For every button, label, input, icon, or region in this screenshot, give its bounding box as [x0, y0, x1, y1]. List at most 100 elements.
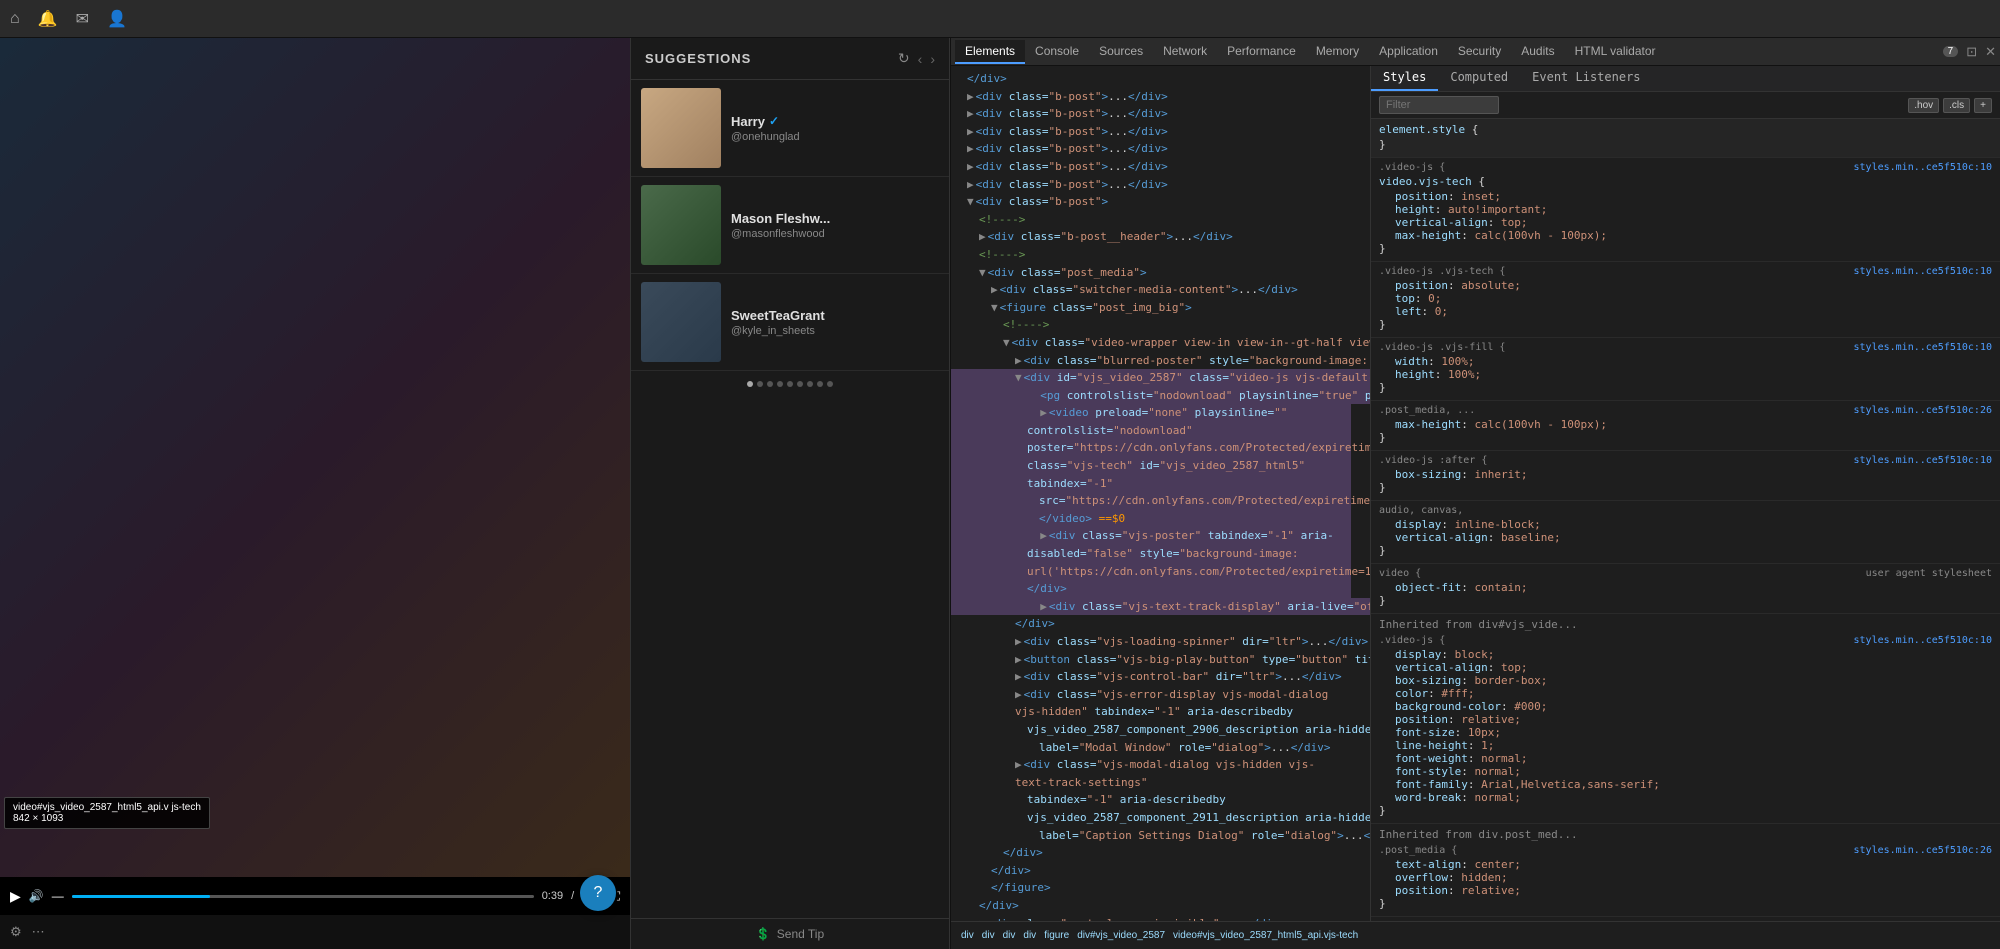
send-tip-bar[interactable]: 💲 Send Tip: [631, 918, 949, 949]
dom-line[interactable]: </div>: [951, 897, 1370, 915]
tab-application[interactable]: Application: [1369, 40, 1448, 64]
notifications-icon[interactable]: 🔔: [38, 9, 58, 29]
dom-line[interactable]: ▶<div class="vjs-poster" tabindex="-1" a…: [951, 527, 1351, 597]
tab-html-validator[interactable]: HTML validator: [1565, 40, 1666, 64]
dom-line[interactable]: ▶<div class="vjs-modal-dialog vjs-hidden…: [951, 756, 1351, 791]
dom-line[interactable]: <!---->: [951, 246, 1370, 264]
tab-performance[interactable]: Performance: [1217, 40, 1306, 64]
tab-network[interactable]: Network: [1153, 40, 1217, 64]
dom-line[interactable]: ▶<video preload="none" playsinline="" co…: [951, 404, 1351, 492]
home-icon[interactable]: ⌂: [10, 10, 20, 28]
dom-line[interactable]: ▶<div class="b-post">...</div>: [951, 88, 1370, 106]
dom-line[interactable]: ▶<div class="blurred-poster" style="back…: [951, 352, 1370, 370]
styles-filter-input[interactable]: [1379, 96, 1499, 114]
tab-sources[interactable]: Sources: [1089, 40, 1153, 64]
filter-hov-btn[interactable]: .hov: [1908, 98, 1939, 113]
dom-line[interactable]: ▶<button class="vjs-big-play-button" typ…: [951, 651, 1370, 669]
style-source-link[interactable]: styles.min..ce5f510c:10: [1854, 342, 1992, 353]
dom-line[interactable]: label="Caption Settings Dialog" role="di…: [951, 827, 1370, 845]
next-icon[interactable]: ›: [930, 51, 935, 67]
breadcrumb-div-2[interactable]: div: [982, 930, 995, 941]
style-source-link[interactable]: styles.min..ce5f510c:10: [1854, 266, 1992, 277]
volume-button[interactable]: 🔊: [29, 889, 44, 903]
filter-cls-btn[interactable]: .cls: [1943, 98, 1970, 113]
dom-line[interactable]: vjs_video_2587_component_2906_descriptio…: [951, 721, 1370, 739]
breadcrumb-div-1[interactable]: div: [961, 930, 974, 941]
dom-line[interactable]: </div>: [951, 615, 1370, 633]
dom-line[interactable]: ▼<figure class="post_img_big">: [951, 299, 1370, 317]
dock-icon[interactable]: ⊡: [1966, 44, 1977, 60]
play-button[interactable]: ▶: [10, 888, 21, 905]
dot-2[interactable]: [757, 381, 763, 387]
dot-9[interactable]: [827, 381, 833, 387]
dom-line[interactable]: label="Modal Window" role="dialog">...</…: [951, 739, 1370, 757]
dom-line[interactable]: ▶<div class="b-post">...</div>: [951, 123, 1370, 141]
dom-line[interactable]: ▶<div class="b-post">...</div>: [951, 140, 1370, 158]
tab-security[interactable]: Security: [1448, 40, 1511, 64]
tab-console[interactable]: Console: [1025, 40, 1089, 64]
dot-1[interactable]: [747, 381, 753, 387]
dom-line[interactable]: ▶<div class="b-post">...</div>: [951, 105, 1370, 123]
dom-line[interactable]: ▶<div class="b-post">...</div>: [951, 176, 1370, 194]
profile-icon[interactable]: 👤: [107, 9, 127, 29]
dom-line[interactable]: ▼<div id="vjs_video_2587" class="video-j…: [951, 369, 1370, 387]
more-options-icon[interactable]: ⋯: [32, 924, 45, 940]
dom-line[interactable]: ▶<div class="vjs-loading-spinner" dir="l…: [951, 633, 1370, 651]
messages-icon[interactable]: ✉: [76, 9, 89, 29]
dot-3[interactable]: [767, 381, 773, 387]
tab-memory[interactable]: Memory: [1306, 40, 1369, 64]
style-source-link[interactable]: styles.min..ce5f510c:10: [1854, 162, 1992, 173]
prev-icon[interactable]: ‹: [918, 51, 923, 67]
dom-line[interactable]: <!---->: [951, 316, 1370, 334]
dom-line[interactable]: <!---->: [951, 211, 1370, 229]
style-rule: }: [1379, 594, 1992, 607]
refresh-icon[interactable]: ↻: [898, 50, 910, 67]
progress-bar[interactable]: [72, 895, 534, 898]
tab-audits[interactable]: Audits: [1511, 40, 1564, 64]
style-source-link[interactable]: styles.min..ce5f510c:10: [1854, 455, 1992, 466]
tab-elements[interactable]: Elements: [955, 40, 1025, 64]
dot-7[interactable]: [807, 381, 813, 387]
style-source-link[interactable]: styles.min..ce5f510c:26: [1854, 405, 1992, 416]
suggestion-item-1[interactable]: Harry ✓ @onehunglad: [631, 80, 949, 177]
settings-icon[interactable]: ⚙: [10, 924, 22, 940]
dom-line[interactable]: ▼<div class="b-post">: [951, 193, 1370, 211]
breadcrumb-video-vjs[interactable]: video#vjs_video_2587_html5_api.vjs-tech: [1173, 930, 1358, 941]
subtab-event-listeners[interactable]: Event Listeners: [1520, 66, 1652, 91]
dom-line[interactable]: </div>: [951, 862, 1370, 880]
dot-5[interactable]: [787, 381, 793, 387]
dom-line[interactable]: ▼<div class="post_media">: [951, 264, 1370, 282]
breadcrumb-div-3[interactable]: div: [1003, 930, 1016, 941]
dom-line[interactable]: ▶<div class="b-post__header">...</div>: [951, 228, 1370, 246]
breadcrumb-figure[interactable]: figure: [1044, 930, 1069, 941]
style-source-link[interactable]: styles.min..ce5f510c:10: [1854, 635, 1992, 646]
dot-6[interactable]: [797, 381, 803, 387]
filter-add-btn[interactable]: +: [1974, 98, 1992, 113]
dom-line[interactable]: tabindex="-1" aria-describedby: [951, 791, 1370, 809]
dom-line[interactable]: ▶<div class="vjs-text-track-display" ari…: [951, 598, 1370, 616]
breadcrumb-div-4[interactable]: div: [1023, 930, 1036, 941]
dom-line[interactable]: ▶<div class="switcher-media-content">...…: [951, 281, 1370, 299]
dom-line[interactable]: </div>: [951, 70, 1370, 88]
dom-line[interactable]: </div>: [951, 844, 1370, 862]
suggestion-item-2[interactable]: Mason Fleshw... @masonfleshwood: [631, 177, 949, 274]
dot-8[interactable]: [817, 381, 823, 387]
dom-line[interactable]: ▼<div class="video-wrapper view-in view-…: [951, 334, 1370, 352]
dom-line[interactable]: ▶<div class="b-post">...</div>: [951, 158, 1370, 176]
subtab-computed[interactable]: Computed: [1438, 66, 1520, 91]
breadcrumb-div-vjs[interactable]: div#vjs_video_2587: [1077, 930, 1165, 941]
dom-line[interactable]: </figure>: [951, 879, 1370, 897]
subtab-styles[interactable]: Styles: [1371, 66, 1438, 91]
dot-4[interactable]: [777, 381, 783, 387]
suggestion-item-3[interactable]: SweetTeaGrant @kyle_in_sheets: [631, 274, 949, 371]
dom-line[interactable]: ▶<div class="vjs-error-display vjs-modal…: [951, 686, 1351, 721]
dom-line[interactable]: src="https://cdn.onlyfans.com/Protected/…: [951, 492, 1351, 527]
dom-line[interactable]: <pg controlslist="nodownload" playsinlin…: [951, 387, 1370, 405]
style-source-link[interactable]: styles.min..ce5f510c:26: [1854, 845, 1992, 856]
close-devtools-icon[interactable]: ✕: [1985, 44, 1996, 60]
help-button[interactable]: ?: [580, 875, 616, 911]
video-player[interactable]: video#vjs_video_2587_html5_api.v js-tech…: [0, 38, 630, 877]
volume-slider[interactable]: —: [52, 889, 64, 903]
dom-line[interactable]: vjs_video_2587_component_2911_descriptio…: [951, 809, 1370, 827]
dom-line[interactable]: ▶<div class="vjs-control-bar" dir="ltr">…: [951, 668, 1370, 686]
